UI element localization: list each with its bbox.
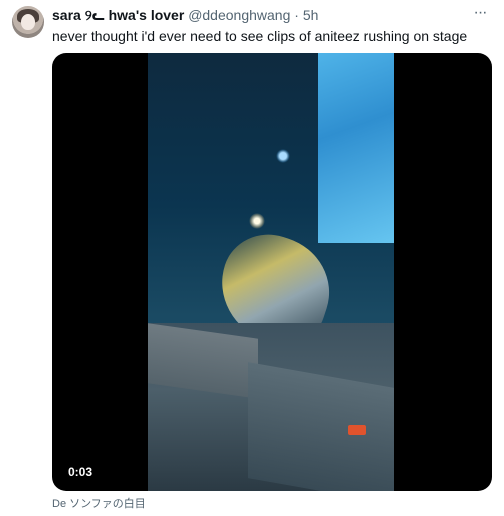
stage-screen bbox=[318, 53, 394, 243]
separator-dot: · bbox=[294, 7, 299, 23]
video-timestamp: 0:03 bbox=[62, 463, 99, 481]
more-options-icon[interactable]: ··· bbox=[470, 4, 490, 24]
stage-light-blue bbox=[276, 149, 290, 163]
media-caption: De ソンファの白目 bbox=[52, 498, 146, 510]
video-player[interactable]: 0:03 bbox=[52, 53, 492, 491]
tweet-header: sara ୨ᓚ hwa's lover @ddeonghwang · 5h bbox=[52, 6, 464, 24]
timestamp-link[interactable]: 5h bbox=[303, 7, 319, 23]
stage-light-white bbox=[249, 213, 265, 229]
tweet-text: never thought i'd ever need to see clips… bbox=[52, 28, 468, 44]
red-light bbox=[348, 425, 366, 435]
tweet: sara ୨ᓚ hwa's lover @ddeonghwang · 5h ··… bbox=[0, 0, 504, 516]
display-name[interactable]: sara ୨ᓚ hwa's lover bbox=[52, 7, 184, 23]
video-frame bbox=[148, 53, 394, 491]
user-handle[interactable]: @ddeonghwang bbox=[188, 7, 290, 23]
avatar-face bbox=[21, 14, 35, 30]
avatar[interactable] bbox=[12, 6, 44, 38]
